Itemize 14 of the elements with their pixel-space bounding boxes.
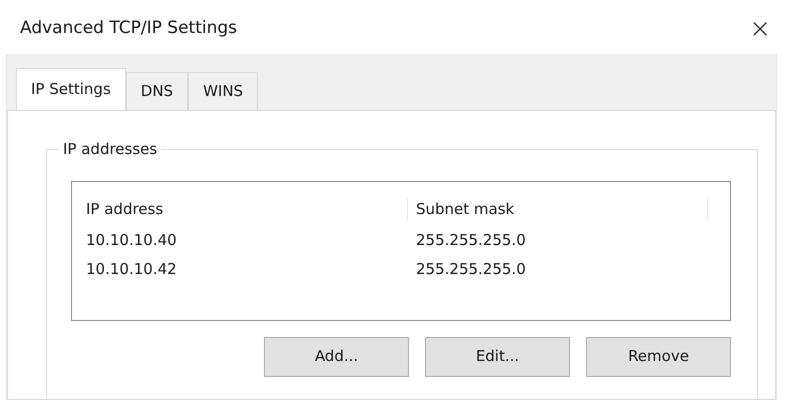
table-cell-text: 255.255.255.0 (415, 258, 527, 277)
table-cell-text: 10.10.10.40 (86, 230, 178, 248)
column-header[interactable]: Subnet mask (408, 198, 708, 220)
dialog-button[interactable]: Add... (264, 336, 409, 376)
tab[interactable]: WINS (188, 72, 258, 110)
dialog-button[interactable]: Remove (586, 336, 731, 376)
column-header[interactable]: IP address (86, 198, 408, 220)
tab[interactable]: DNS (126, 72, 188, 110)
window-title: Advanced TCP/IP Settings (20, 17, 238, 40)
table-cell-text: 255.255.255.0 (415, 230, 527, 248)
tab[interactable]: IP Settings (16, 68, 126, 110)
table-cell-text: 10.10.10.42 (86, 258, 178, 277)
dialog-button[interactable]: Edit... (425, 336, 570, 376)
close-button[interactable]: × (743, 16, 777, 42)
